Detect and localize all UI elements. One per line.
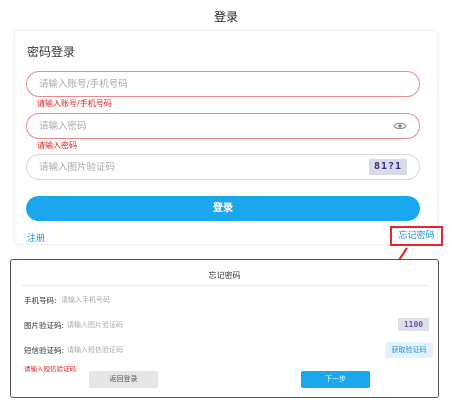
card-title: 密码登录 [27,45,76,59]
password-field [26,113,420,139]
sms-code-label: 短信验证码: [24,346,65,355]
forgot-title: 忘记密码 [208,271,241,280]
forgot-password-panel: 忘记密码 手机号码: 图片验证码: 1100 短信验证码: 获取验证码 请输入短… [10,259,439,398]
captcha-image-text: 81?1 [373,161,403,172]
password-input[interactable] [39,114,359,138]
register-link[interactable]: 注册 [27,231,45,244]
image-code-input[interactable] [67,319,217,331]
get-sms-code-button[interactable]: 获取验证码 [385,342,433,358]
captcha-field: 81?1 [26,154,420,180]
phone-input[interactable] [61,294,211,306]
sms-code-error: 请输入短信验证码 [24,365,76,373]
captcha-image[interactable]: 81?1 [369,159,407,175]
image-code-label: 图片验证码: [24,321,65,330]
next-step-button[interactable]: 下一步 [301,371,370,388]
login-button[interactable]: 登录 [26,196,420,221]
account-input[interactable] [39,72,359,96]
sms-code-input[interactable] [67,344,217,356]
forgot-password-link[interactable]: 忘记密码 [390,226,443,246]
phone-label: 手机号码: [24,296,57,305]
forgot-captcha-text: 1100 [403,320,424,329]
password-error: 请输入密码 [37,141,77,150]
divider [21,285,428,286]
page-title: 登录 [213,10,238,24]
forgot-captcha-image[interactable]: 1100 [398,318,429,331]
account-field [26,71,420,97]
login-card: 密码登录 请输入账号/手机号码 请输入密码 81?1 登录 注册 忘记密码 [14,30,443,246]
back-to-login-button[interactable]: 返回登录 [89,371,158,388]
captcha-input[interactable] [39,155,359,179]
account-error: 请输入账号/手机号码 [37,99,112,108]
eye-icon[interactable] [393,121,407,131]
